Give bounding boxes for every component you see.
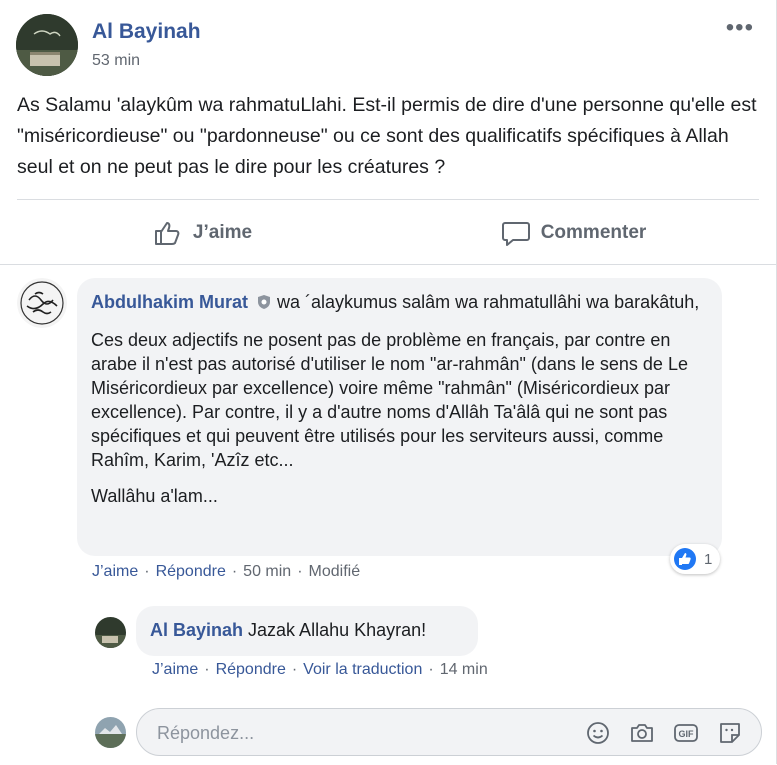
current-user-avatar: [95, 717, 126, 748]
sticker-icon[interactable]: [717, 720, 743, 746]
reaction-summary[interactable]: 1: [670, 544, 720, 574]
comment-meta: J’aime · Répondre · 50 min · Modifié: [92, 563, 361, 580]
comment-like-link[interactable]: J’aime: [92, 563, 138, 580]
comment-button[interactable]: Commenter: [388, 210, 759, 256]
like-button[interactable]: J’aime: [17, 210, 388, 256]
comment-closing: Wallâhu a'lam...: [91, 486, 218, 506]
comment-author-name[interactable]: Abdulhakim Murat: [91, 292, 248, 312]
reply-reply-link[interactable]: Répondre: [216, 661, 286, 678]
post-header: Al Bayinah 53 min •••: [16, 14, 756, 78]
like-button-label: J’aime: [192, 222, 253, 243]
emoji-icon[interactable]: [585, 720, 611, 746]
commenter-avatar[interactable]: [17, 278, 67, 328]
author-avatar[interactable]: [16, 14, 78, 76]
comment-first-line: wa ´alaykumus salâm wa rahmatullâhi wa b…: [272, 292, 700, 312]
reply-input[interactable]: [155, 719, 579, 747]
like-reaction-icon: [674, 548, 696, 570]
reply-author-name[interactable]: Al Bayinah: [150, 620, 243, 640]
comment-bubble-icon: [501, 222, 530, 246]
comment-paragraph: Ces deux adjectifs ne posent pas de prob…: [91, 330, 688, 470]
comment-button-label: Commenter: [540, 222, 647, 243]
comment-time[interactable]: 50 min: [243, 563, 291, 580]
gif-icon[interactable]: GIF: [673, 720, 699, 746]
reply-author-avatar[interactable]: [95, 617, 126, 648]
svg-text:GIF: GIF: [679, 729, 695, 739]
thumbs-up-icon: [154, 222, 180, 245]
camera-icon[interactable]: [629, 720, 655, 746]
divider: [17, 199, 759, 200]
comment-bubble: Abdulhakim Murat wa ´alaykumus salâm wa …: [77, 278, 722, 556]
verified-badge-icon: [258, 295, 271, 309]
comment-edited[interactable]: Modifié: [309, 563, 361, 580]
reply-bubble: Al Bayinah Jazak Allahu Khayran!: [136, 606, 478, 656]
post-actions: J’aime Commenter: [17, 210, 759, 256]
reply-like-link[interactable]: J’aime: [152, 661, 198, 678]
comment-reply-link[interactable]: Répondre: [156, 563, 226, 580]
post-timestamp[interactable]: 53 min: [92, 52, 140, 70]
see-translation-link[interactable]: Voir la traduction: [303, 661, 422, 678]
reply-meta: J’aime · Répondre · Voir la traduction · 14 mi…: [152, 661, 488, 678]
reaction-count: 1: [704, 550, 713, 568]
reply-input-box: GIF: [136, 708, 762, 756]
facebook-post-card: Al Bayinah 53 min ••• As Salamu 'alaykûm…: [0, 0, 777, 765]
post-author-name[interactable]: Al Bayinah: [92, 20, 201, 44]
reply-text: Jazak Allahu Khayran!: [243, 620, 427, 640]
post-body-text: As Salamu 'alaykûm wa rahmatuLlahi. Est-…: [17, 94, 757, 178]
more-options-icon[interactable]: •••: [726, 14, 754, 42]
reply-time[interactable]: 14 min: [440, 661, 488, 678]
